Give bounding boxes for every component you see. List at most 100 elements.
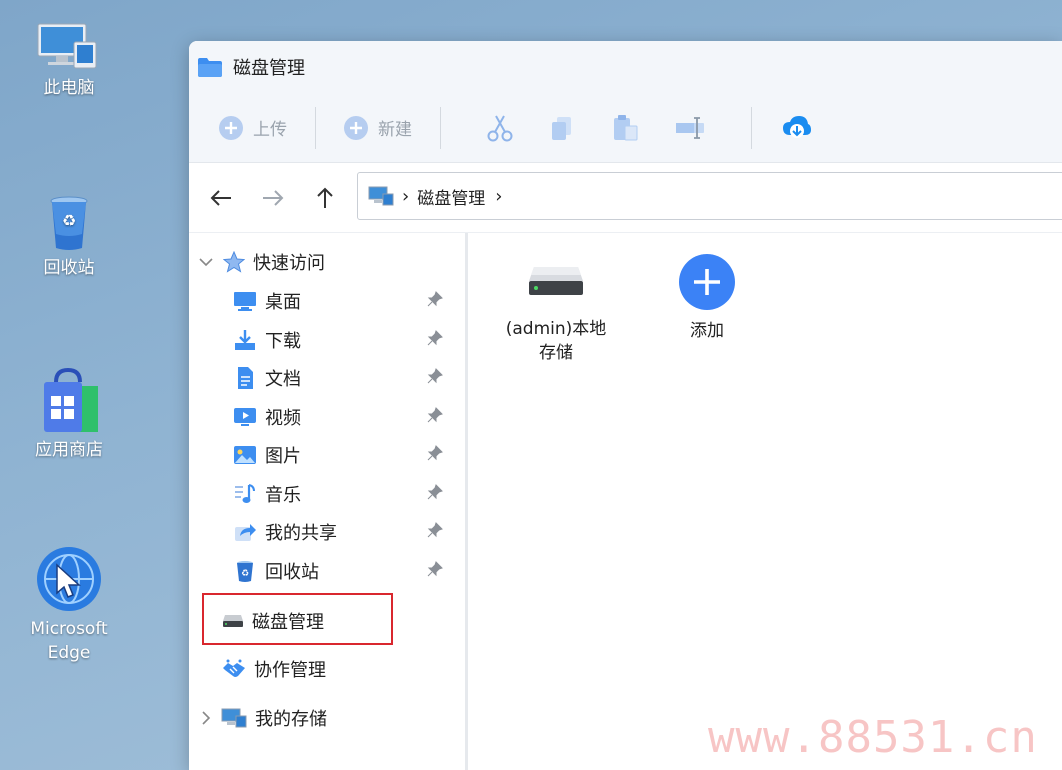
svg-text:♻: ♻	[62, 211, 76, 230]
document-icon	[238, 367, 253, 389]
selection-highlight-box	[202, 593, 393, 645]
sidebar-item-label: 回收站	[265, 562, 319, 583]
tile-local-storage[interactable]: (admin)本地存储	[491, 263, 621, 365]
picture-icon	[234, 446, 256, 464]
computer-icon	[221, 708, 247, 728]
sidebar-item-label: 下载	[265, 331, 301, 352]
toolbar: 上传 新建	[189, 93, 1062, 163]
toolbar-divider	[315, 106, 316, 149]
star-icon	[223, 251, 245, 273]
plus-circle-icon	[219, 115, 243, 140]
sidebar-item-picture[interactable]: 图片	[233, 442, 301, 468]
computer-icon	[368, 186, 394, 206]
folder-icon	[198, 58, 222, 77]
breadcrumb-disk-management[interactable]: 磁盘管理	[417, 184, 485, 209]
video-icon	[234, 408, 256, 426]
main-area: 快速访问 桌面 下载 文档 视频 图片 音乐 我的共享 ♻ 回收站 磁盘管理 协…	[189, 233, 1062, 770]
chevron-right-icon: ›	[402, 185, 410, 207]
sidebar-item-music[interactable]: 音乐	[233, 481, 301, 507]
download-icon	[235, 330, 255, 350]
desktop-icon-this-pc[interactable]: 此电脑	[14, 22, 124, 100]
sidebar-item-label: 协作管理	[254, 660, 326, 681]
new-label: 新建	[378, 120, 412, 140]
tile-label: 添加	[690, 321, 724, 341]
pin-icon[interactable]	[427, 522, 443, 542]
svg-text:♻: ♻	[241, 569, 249, 579]
music-icon	[235, 484, 255, 503]
toolbar-divider	[751, 106, 752, 149]
desktop-icon-label: 此电脑	[43, 78, 95, 98]
address-bar[interactable]: › 磁盘管理 ›	[357, 172, 1062, 220]
paste-icon	[614, 114, 638, 140]
cut-button[interactable]	[487, 114, 513, 142]
pin-icon[interactable]	[427, 407, 443, 427]
recycle-bin-icon: ♻	[50, 196, 88, 250]
forward-button[interactable]	[261, 186, 285, 210]
desktop-icon-edge[interactable]: Microsoft Edge	[14, 545, 124, 665]
sidebar-item-label: 文档	[265, 369, 301, 390]
sidebar-quick-access[interactable]: 快速访问	[199, 249, 325, 275]
desktop-icon-label: 回收站	[43, 258, 95, 278]
desktop-icon	[234, 292, 256, 311]
arrow-up-icon	[317, 187, 333, 208]
plus-circle-icon	[344, 115, 368, 140]
desktop-icon-app-store[interactable]: 应用商店	[14, 368, 124, 462]
cloud-download-icon	[783, 115, 811, 138]
chevron-right-icon: ›	[495, 185, 503, 207]
paste-button[interactable]	[611, 114, 639, 142]
copy-icon	[552, 116, 571, 140]
arrow-right-icon	[263, 189, 284, 206]
window-title: 磁盘管理	[233, 58, 305, 79]
sidebar-item-desktop[interactable]: 桌面	[233, 288, 301, 314]
upload-label: 上传	[253, 120, 287, 140]
drive-icon	[529, 267, 583, 295]
rename-button[interactable]	[675, 116, 705, 140]
copy-button[interactable]	[549, 115, 575, 141]
recycle-bin-icon: ♻	[237, 561, 253, 582]
sidebar-item-label: 桌面	[265, 292, 301, 313]
watermark-text: www.88531.cn	[708, 712, 1038, 763]
add-icon	[679, 254, 735, 310]
chevron-right-icon	[202, 711, 211, 725]
sidebar-item-download[interactable]: 下载	[233, 327, 301, 353]
desktop-icon-label: 应用商店	[35, 440, 103, 460]
sidebar-item-label: 我的共享	[265, 523, 337, 544]
sidebar: 快速访问 桌面 下载 文档 视频 图片 音乐 我的共享 ♻ 回收站 磁盘管理 协…	[189, 233, 465, 770]
pin-icon[interactable]	[427, 291, 443, 311]
chevron-down-icon	[199, 258, 213, 267]
arrow-left-icon	[210, 189, 231, 206]
up-button[interactable]	[313, 186, 337, 210]
pin-icon[interactable]	[427, 368, 443, 388]
file-manager-window: 磁盘管理 上传 新建 › 磁盘管理 › 快速访问 桌面 下载 文档 视频 图片 …	[189, 41, 1062, 770]
pin-icon[interactable]	[427, 330, 443, 350]
sidebar-item-my-storage[interactable]: 我的存储	[201, 705, 327, 731]
tile-add[interactable]: 添加	[642, 253, 772, 343]
pin-icon[interactable]	[427, 484, 443, 504]
sidebar-item-document[interactable]: 文档	[233, 365, 301, 391]
scissors-icon	[487, 115, 513, 141]
sidebar-item-collab-management[interactable]: 协作管理	[222, 656, 326, 682]
handshake-icon	[223, 659, 245, 677]
sidebar-quick-access-label: 快速访问	[253, 253, 325, 274]
rename-icon	[676, 116, 704, 139]
edge-icon	[37, 547, 101, 611]
toolbar-divider	[440, 106, 441, 149]
new-button[interactable]: 新建	[344, 115, 412, 140]
back-button[interactable]	[209, 186, 233, 210]
title-bar: 磁盘管理	[189, 41, 1062, 93]
sidebar-item-label: 我的存储	[255, 709, 327, 730]
sidebar-item-recycle-bin[interactable]: ♻ 回收站	[233, 558, 319, 584]
app-store-icon	[44, 368, 98, 432]
pin-icon[interactable]	[427, 561, 443, 581]
content-pane: (admin)本地存储 添加	[468, 233, 1062, 770]
tile-label: (admin)本地存储	[505, 319, 607, 363]
computer-icon	[37, 23, 97, 69]
desktop-icon-recycle-bin[interactable]: ♻ 回收站	[14, 194, 124, 280]
upload-button[interactable]: 上传	[219, 115, 287, 140]
sidebar-item-label: 图片	[265, 446, 301, 467]
pin-icon[interactable]	[427, 445, 443, 465]
sidebar-item-label: 音乐	[265, 485, 301, 506]
cloud-download-button[interactable]	[782, 115, 812, 141]
sidebar-item-share[interactable]: 我的共享	[233, 519, 337, 545]
sidebar-item-video[interactable]: 视频	[233, 404, 301, 430]
